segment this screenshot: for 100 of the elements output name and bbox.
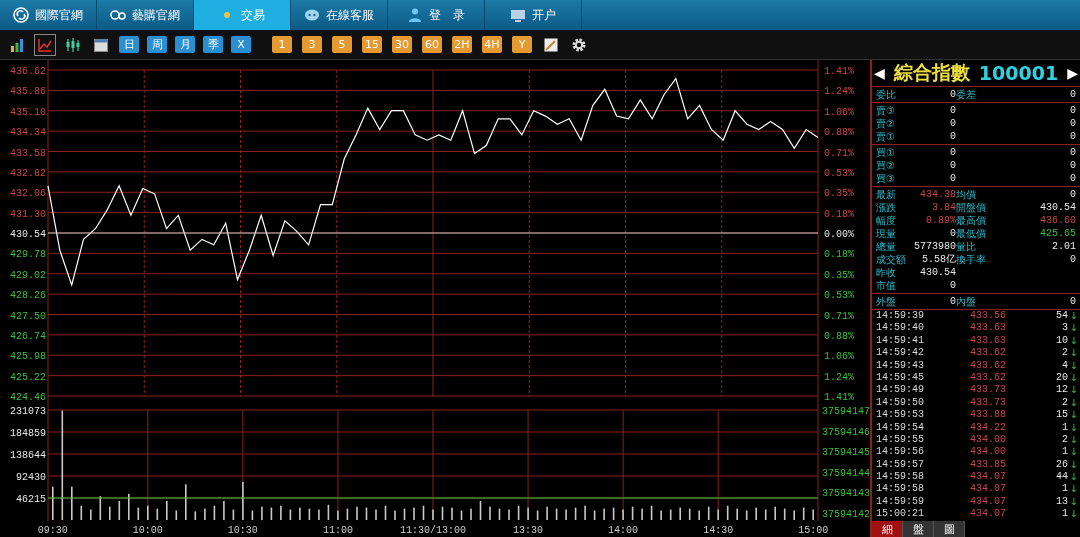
period-button[interactable]: 日 — [119, 36, 139, 53]
panel-tab[interactable]: 盤 — [903, 520, 934, 537]
volume-bar — [137, 507, 140, 520]
field-value: 0 — [1069, 146, 1076, 159]
bar-chart-icon — [9, 36, 25, 53]
axis-label: 37594144 — [822, 467, 870, 479]
axis-label: 429.78 — [10, 249, 46, 261]
field-value: 0 — [949, 172, 956, 185]
axis-label: 138644 — [10, 450, 46, 461]
arrow-glyph: ↓ — [1069, 384, 1078, 397]
volume-bar — [764, 509, 767, 520]
period-button[interactable]: 5 — [332, 36, 352, 53]
tick-price: 434.07 — [969, 483, 1006, 496]
volume-bar — [194, 511, 197, 520]
nav-tab[interactable]: 交易 — [194, 0, 291, 30]
index-code: 100001 — [978, 62, 1059, 84]
volume-bar — [460, 510, 463, 520]
volume-bar — [707, 506, 710, 520]
tick-volume: 2 — [1061, 433, 1068, 447]
arrow-glyph: ↓ — [1069, 421, 1078, 434]
field-value: 0 — [1069, 295, 1076, 308]
monitor-icon — [510, 7, 526, 23]
axis-label: 425.98 — [10, 351, 46, 363]
field-value: 0 — [949, 88, 956, 101]
volume-bar — [365, 507, 368, 520]
field-label: 量比 — [956, 240, 977, 253]
tick-price: 433.62 — [969, 359, 1006, 372]
axis-label: 184859 — [10, 428, 46, 439]
axis-label: 427.50 — [10, 310, 46, 322]
volume-bar — [441, 506, 444, 520]
axis-label: 1.24% — [824, 86, 854, 98]
tick-volume: 2 — [1061, 347, 1068, 360]
volume-bar — [783, 508, 786, 520]
tick-volume: 3 — [1061, 322, 1068, 335]
period-button[interactable]: 15 — [362, 36, 382, 53]
field-label: 成交額 — [876, 253, 907, 266]
tick-price: 434.07 — [969, 471, 1006, 484]
axis-label: 0.35% — [824, 269, 854, 281]
tick-volume: 1 — [1061, 446, 1068, 459]
tick-price: 434.22 — [969, 421, 1006, 434]
period-button[interactable]: 60 — [422, 36, 442, 53]
tick-time: 14:59:56 — [876, 446, 925, 459]
panel-tab[interactable]: 圖 — [934, 520, 965, 537]
period-button[interactable]: 1 — [272, 36, 292, 53]
candlestick-icon — [65, 36, 81, 53]
volume-bar — [270, 507, 273, 520]
user-icon — [407, 7, 423, 23]
field-value: 0 — [949, 146, 956, 159]
field-label: 外盤 — [876, 295, 897, 308]
arrow-glyph: ↓ — [1069, 322, 1078, 335]
field-label: 內盤 — [956, 295, 977, 308]
field-value: 0 — [949, 279, 956, 292]
field-label: 最低價 — [956, 227, 987, 240]
tick-price: 433.73 — [969, 396, 1006, 410]
tick-price: 433.63 — [969, 322, 1006, 335]
axis-label: 37594145 — [822, 447, 870, 458]
axis-label: 424.46 — [10, 392, 46, 400]
field-value: 430.54 — [1039, 201, 1076, 214]
period-button[interactable]: 月 — [175, 36, 195, 53]
arrow-glyph: ↓ — [1069, 446, 1078, 459]
volume-bar — [745, 510, 748, 520]
field-value: 2.01 — [1051, 240, 1076, 253]
field-label: 最高價 — [956, 214, 987, 227]
field-value: 436.60 — [1039, 214, 1076, 227]
axis-label: 0.88% — [824, 127, 854, 139]
arrow-glyph: ↓ — [1069, 471, 1078, 484]
tick-volume: 10 — [1055, 334, 1068, 348]
time-label: 11:00 — [322, 525, 353, 536]
period-button[interactable]: 30 — [392, 36, 412, 53]
period-button[interactable]: 4H — [482, 36, 502, 53]
field-label: 均價 — [956, 188, 977, 201]
previous-arrow[interactable]: ◀ — [874, 65, 885, 81]
period-button[interactable]: 2H — [452, 36, 472, 53]
volume-bar — [498, 508, 501, 520]
next-arrow[interactable]: ▶ — [1067, 65, 1078, 81]
field-label: 委比 — [876, 88, 897, 101]
time-label: 10:00 — [132, 525, 163, 536]
volume-bar — [536, 510, 539, 520]
volume-bar — [118, 501, 121, 520]
pencil-icon — [543, 36, 559, 53]
period-button[interactable]: Y — [512, 36, 532, 53]
field-value: 425.65 — [1039, 227, 1076, 240]
period-button[interactable]: X — [231, 36, 251, 53]
tick-price: 434.00 — [969, 433, 1006, 447]
field-label: 委差 — [956, 88, 977, 101]
axis-label: 425.22 — [10, 371, 46, 383]
tick-price: 433.62 — [969, 371, 1006, 385]
tick-price: 433.56 — [969, 310, 1006, 323]
panel-tab[interactable]: 細 — [872, 520, 903, 537]
period-button[interactable]: 3 — [302, 36, 322, 53]
tick-time: 14:59:40 — [876, 322, 925, 335]
tick-volume: 4 — [1061, 359, 1068, 372]
period-button[interactable]: 周 — [147, 36, 167, 53]
period-button[interactable]: 季 — [203, 36, 223, 53]
tick-time: 14:59:54 — [876, 421, 925, 434]
tick-price: 434.00 — [969, 446, 1006, 459]
tick-volume: 20 — [1055, 371, 1068, 385]
field-label: 漲跌 — [876, 201, 897, 214]
axis-label: 426.74 — [10, 330, 46, 342]
arrow-glyph: ↓ — [1069, 483, 1078, 496]
